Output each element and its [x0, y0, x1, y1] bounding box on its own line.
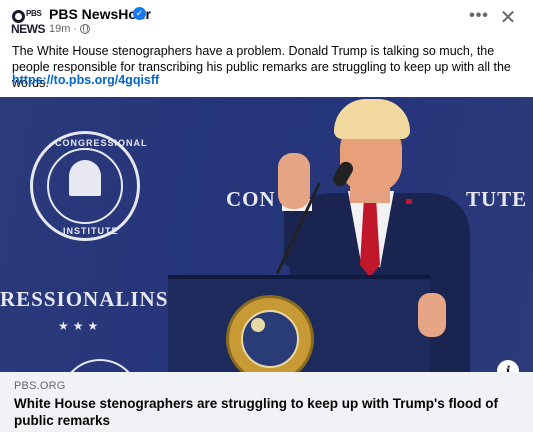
seal-top-text: CONGRESSIONAL: [55, 138, 148, 148]
backdrop-text-left: RESSIONALINSTI: [0, 287, 193, 311]
seal-partial-bottom: [60, 359, 140, 372]
close-button[interactable]: ✕: [496, 6, 520, 30]
info-icon[interactable]: i: [497, 360, 519, 372]
post-timestamp[interactable]: 19m: [49, 23, 70, 35]
presidential-seal-inner: [241, 310, 299, 368]
verified-badge-icon: ✓: [133, 7, 146, 20]
more-options-button[interactable]: •••: [468, 8, 490, 30]
post-image[interactable]: CONGRESSIONAL INSTITUTE RESSIONALINSTI ★…: [0, 97, 533, 372]
post-header: PBS NEWS PBS NewsHour ✓ 19m · ••• ✕: [0, 0, 533, 40]
link-preview-domain: PBS.ORG: [14, 380, 66, 392]
capitol-dome-icon: [69, 160, 101, 196]
page-avatar[interactable]: PBS NEWS: [8, 6, 46, 38]
backdrop-stars: ★★★: [58, 319, 103, 333]
facebook-post-card: PBS NEWS PBS NewsHour ✓ 19m · ••• ✕ The …: [0, 0, 533, 432]
congressional-institute-seal: CONGRESSIONAL INSTITUTE: [30, 131, 147, 241]
avatar-bottom-text: NEWS: [11, 22, 46, 36]
eagle-icon: [251, 318, 265, 332]
globe-icon[interactable]: [80, 24, 91, 34]
meta-separator: ·: [73, 23, 78, 35]
avatar-top-text: PBS: [26, 9, 42, 18]
post-meta: 19m ·: [49, 23, 91, 35]
speaker-hair: [334, 99, 410, 139]
seal-bottom-text: INSTITUTE: [63, 226, 119, 236]
flag-pin: [406, 199, 412, 204]
speaker-raised-hand: [278, 153, 310, 209]
speaker-right-hand: [418, 293, 446, 337]
backdrop-text-right-2: TUTE: [466, 187, 528, 211]
backdrop-text-right: CON: [226, 187, 276, 211]
link-preview-headline[interactable]: White House stenographers are struggling…: [14, 395, 524, 429]
post-link[interactable]: https://to.pbs.org/4gqisff: [12, 73, 159, 87]
